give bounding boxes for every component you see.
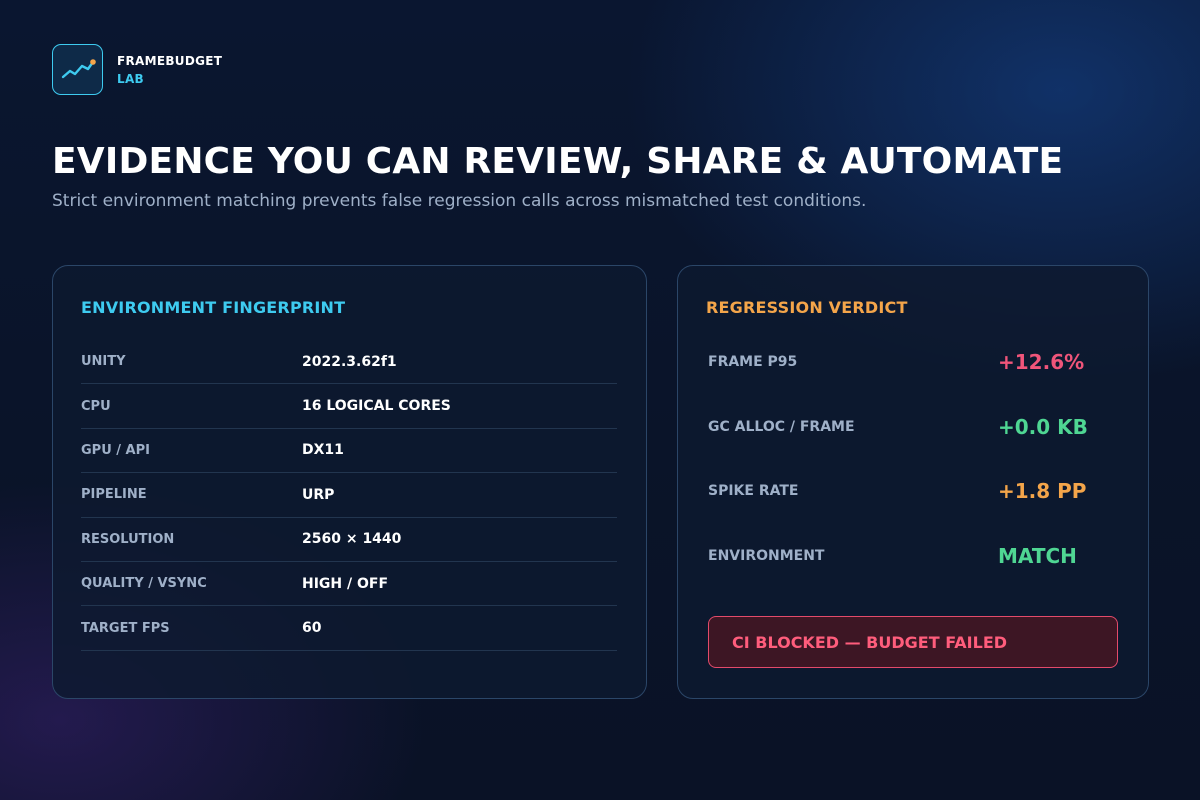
fingerprint-label: PIPELINE — [81, 487, 147, 503]
fingerprint-value: 2560 × 1440 — [302, 531, 402, 548]
metric-value: +12.6% — [998, 350, 1085, 375]
brand-logo — [52, 44, 103, 95]
metric-row: SPIKE RATE +1.8 PP — [708, 459, 1128, 524]
fingerprint-value: 2022.3.62f1 — [302, 353, 397, 370]
fingerprint-label: CPU — [81, 398, 111, 414]
table-row: QUALITY / VSYNC HIGH / OFF — [81, 562, 617, 607]
fingerprint-value: 60 — [302, 620, 322, 637]
metric-label: SPIKE RATE — [708, 483, 799, 500]
metric-label: ENVIRONMENT — [708, 547, 825, 564]
fingerprint-label: RESOLUTION — [81, 531, 175, 547]
brand-sub: LAB — [117, 71, 144, 86]
environment-fingerprint-card: ENVIRONMENT FINGERPRINT UNITY 2022.3.62f… — [52, 265, 647, 699]
environment-card-title: ENVIRONMENT FINGERPRINT — [81, 298, 346, 317]
metric-row: ENVIRONMENT MATCH — [708, 524, 1128, 589]
regression-verdict-card: REGRESSION VERDICT FRAME P95 +12.6% GC A… — [677, 265, 1149, 699]
fingerprint-table: UNITY 2022.3.62f1 CPU 16 LOGICAL CORES G… — [81, 340, 617, 651]
fingerprint-value: 16 LOGICAL CORES — [302, 398, 451, 415]
trending-line-icon — [61, 58, 96, 78]
fingerprint-value: DX11 — [302, 442, 344, 459]
metric-row: GC ALLOC / FRAME +0.0 KB — [708, 395, 1128, 460]
metric-value: +1.8 PP — [998, 479, 1087, 504]
metric-label: GC ALLOC / FRAME — [708, 418, 855, 435]
page-title: EVIDENCE YOU CAN REVIEW, SHARE & AUTOMAT… — [52, 141, 1064, 182]
metric-value: +0.0 KB — [998, 414, 1088, 439]
fingerprint-label: GPU / API — [81, 442, 150, 458]
brand: FRAMEBUDGET LAB — [52, 44, 222, 95]
metric-label: FRAME P95 — [708, 354, 798, 371]
table-row: UNITY 2022.3.62f1 — [81, 340, 617, 385]
metric-row: FRAME P95 +12.6% — [708, 330, 1128, 395]
fingerprint-label: QUALITY / VSYNC — [81, 576, 207, 592]
fingerprint-value: HIGH / OFF — [302, 575, 389, 592]
table-row: CPU 16 LOGICAL CORES — [81, 384, 617, 429]
verdict-card-title: REGRESSION VERDICT — [706, 298, 908, 317]
fingerprint-label: UNITY — [81, 354, 126, 370]
table-row: TARGET FPS 60 — [81, 606, 617, 651]
fingerprint-value: URP — [302, 486, 335, 503]
table-row: GPU / API DX11 — [81, 429, 617, 474]
metric-value: MATCH — [998, 543, 1077, 568]
table-row: PIPELINE URP — [81, 473, 617, 518]
fingerprint-label: TARGET FPS — [81, 620, 170, 636]
table-row: RESOLUTION 2560 × 1440 — [81, 518, 617, 562]
brand-name: FRAMEBUDGET — [117, 53, 223, 68]
verdict-metrics: FRAME P95 +12.6% GC ALLOC / FRAME +0.0 K… — [708, 330, 1128, 588]
ci-status-banner: CI BLOCKED — BUDGET FAILED — [708, 616, 1118, 668]
page-subtitle: Strict environment matching prevents fal… — [52, 191, 867, 211]
